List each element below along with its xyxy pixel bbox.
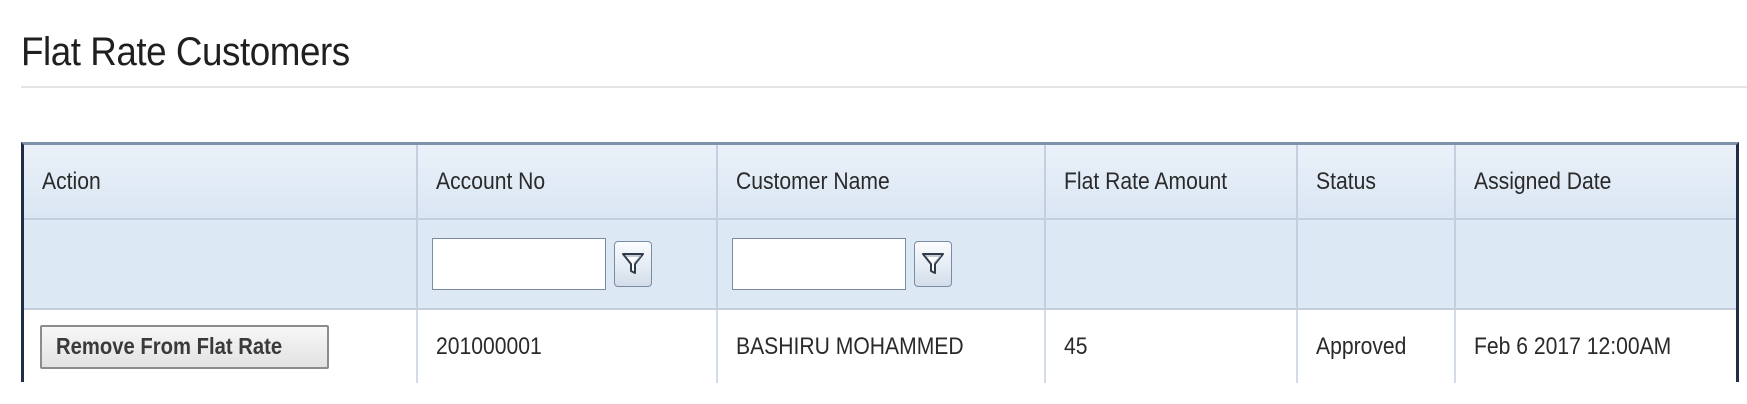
grid-header-row: Action Account No Customer Name Flat Rat… [24, 145, 1736, 220]
column-header-flat-rate-amount[interactable]: Flat Rate Amount [1045, 145, 1298, 220]
filter-funnel-icon [922, 253, 944, 274]
column-header-label: Status [1316, 167, 1376, 195]
cell-status: Approved [1297, 309, 1456, 383]
column-header-label: Customer Name [736, 167, 890, 195]
customer-name-value: BASHIRU MOHAMMED [736, 332, 964, 360]
column-header-label: Assigned Date [1474, 167, 1612, 195]
filter-funnel-icon [622, 253, 644, 274]
status-value: Approved [1316, 332, 1407, 360]
grid-table: Action Account No Customer Name Flat Rat… [24, 145, 1736, 383]
column-header-action[interactable]: Action [24, 145, 418, 220]
cell-flat-rate-amount: 45 [1045, 309, 1298, 383]
title-divider [21, 86, 1747, 88]
remove-from-flat-rate-button[interactable]: Remove From Flat Rate [40, 324, 329, 369]
column-header-label: Account No [436, 167, 546, 195]
column-header-customer-name[interactable]: Customer Name [717, 145, 1046, 220]
cell-customer-name: BASHIRU MOHAMMED [717, 309, 1046, 383]
filter-cell-account-no [417, 219, 718, 310]
filter-cell-assigned-date [1455, 219, 1736, 310]
filter-cell-flat-rate-amount [1045, 219, 1298, 310]
account-no-value: 201000001 [436, 332, 542, 360]
filter-cell-customer-name [717, 219, 1046, 310]
filter-cell-action [24, 219, 418, 310]
column-header-label: Flat Rate Amount [1064, 167, 1228, 195]
flat-rate-customers-grid: Action Account No Customer Name Flat Rat… [21, 142, 1739, 383]
cell-account-no: 201000001 [417, 309, 718, 383]
customer-name-filter-input[interactable] [732, 238, 906, 290]
remove-button-label: Remove From Flat Rate [56, 333, 283, 359]
account-no-filter-input[interactable] [432, 238, 606, 290]
flat-rate-amount-value: 45 [1064, 332, 1088, 360]
page-title: Flat Rate Customers [21, 30, 350, 74]
column-header-assigned-date[interactable]: Assigned Date [1455, 145, 1736, 220]
column-header-account-no[interactable]: Account No [417, 145, 718, 220]
account-no-filter-button[interactable] [614, 241, 652, 287]
table-row[interactable]: Remove From Flat Rate 201000001 BASHIRU … [24, 309, 1736, 383]
filter-cell-status [1297, 219, 1456, 310]
assigned-date-value: Feb 6 2017 12:00AM [1474, 332, 1672, 360]
cell-action: Remove From Flat Rate [24, 309, 418, 383]
customer-name-filter-button[interactable] [914, 241, 952, 287]
cell-assigned-date: Feb 6 2017 12:00AM [1455, 309, 1736, 383]
column-header-label: Action [42, 167, 101, 195]
column-header-status[interactable]: Status [1297, 145, 1456, 220]
grid-filter-row [24, 219, 1736, 310]
